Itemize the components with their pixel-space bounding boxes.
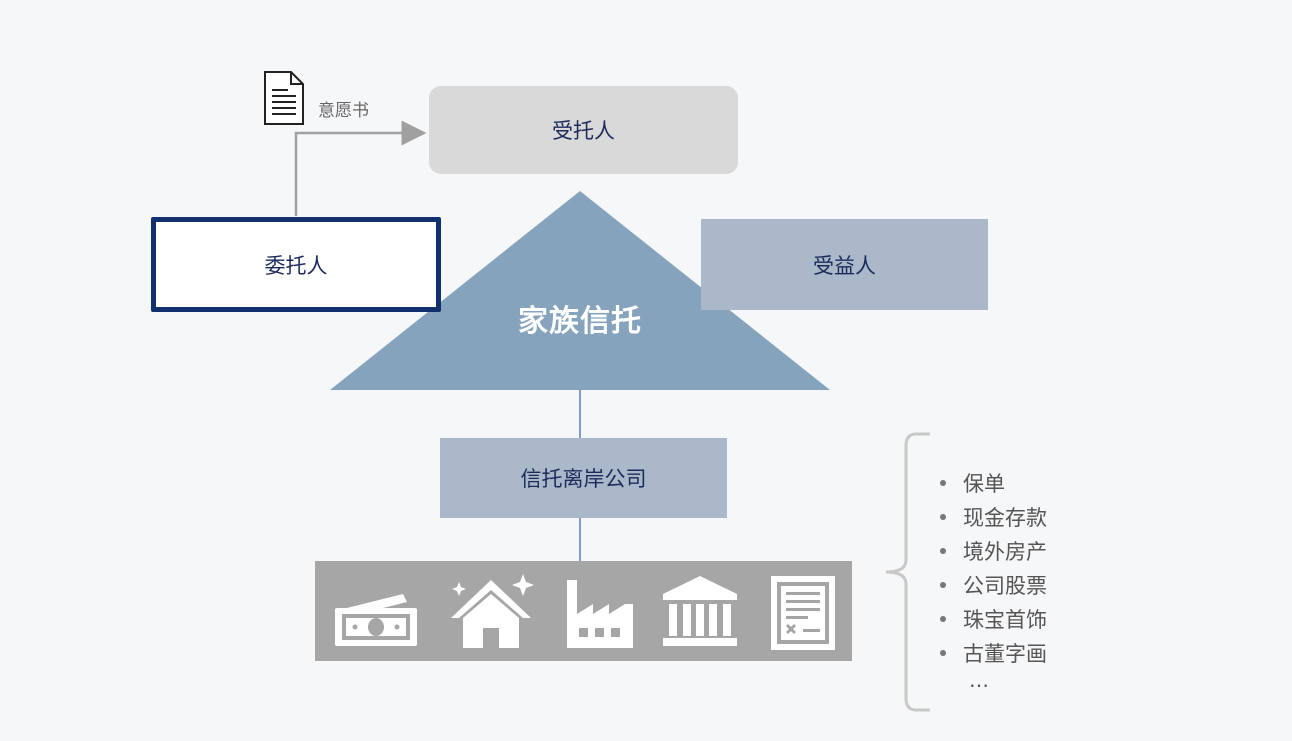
contract-document-icon: [771, 576, 835, 650]
bank-icon: [663, 576, 737, 646]
beneficiary-node[interactable]: 受益人: [701, 219, 988, 310]
beneficiary-label: 受益人: [813, 253, 876, 278]
trustee-node[interactable]: 受托人: [429, 86, 738, 174]
list-item: 古董字画: [940, 637, 1047, 671]
asset-list-more: …: [969, 668, 990, 692]
house-icon: [451, 574, 534, 648]
asset-list-brace: [885, 432, 930, 712]
offshore-company-label: 信托离岸公司: [520, 467, 647, 491]
trustee-label: 受托人: [552, 119, 615, 143]
list-item: 珠宝首饰: [940, 603, 1047, 637]
list-item: 保单: [940, 467, 1047, 501]
settlor-to-trustee-arrow: [294, 120, 427, 216]
settlor-node[interactable]: 委托人: [151, 217, 441, 312]
asset-list: 保单 现金存款 境外房产 公司股票 珠宝首饰 古董字画: [940, 467, 1047, 671]
offshore-company-node[interactable]: 信托离岸公司: [440, 438, 727, 518]
asset-icon-bar: [315, 561, 852, 661]
document-label: 意愿书: [318, 101, 369, 121]
list-item: 境外房产: [940, 535, 1047, 569]
document-icon: [264, 71, 304, 125]
settlor-label: 委托人: [264, 253, 328, 278]
factory-icon: [567, 580, 633, 648]
family-trust-label: 家族信托: [518, 304, 642, 339]
cash-icon: [335, 594, 417, 646]
list-item: 公司股票: [940, 569, 1047, 603]
list-item: 现金存款: [940, 501, 1047, 535]
